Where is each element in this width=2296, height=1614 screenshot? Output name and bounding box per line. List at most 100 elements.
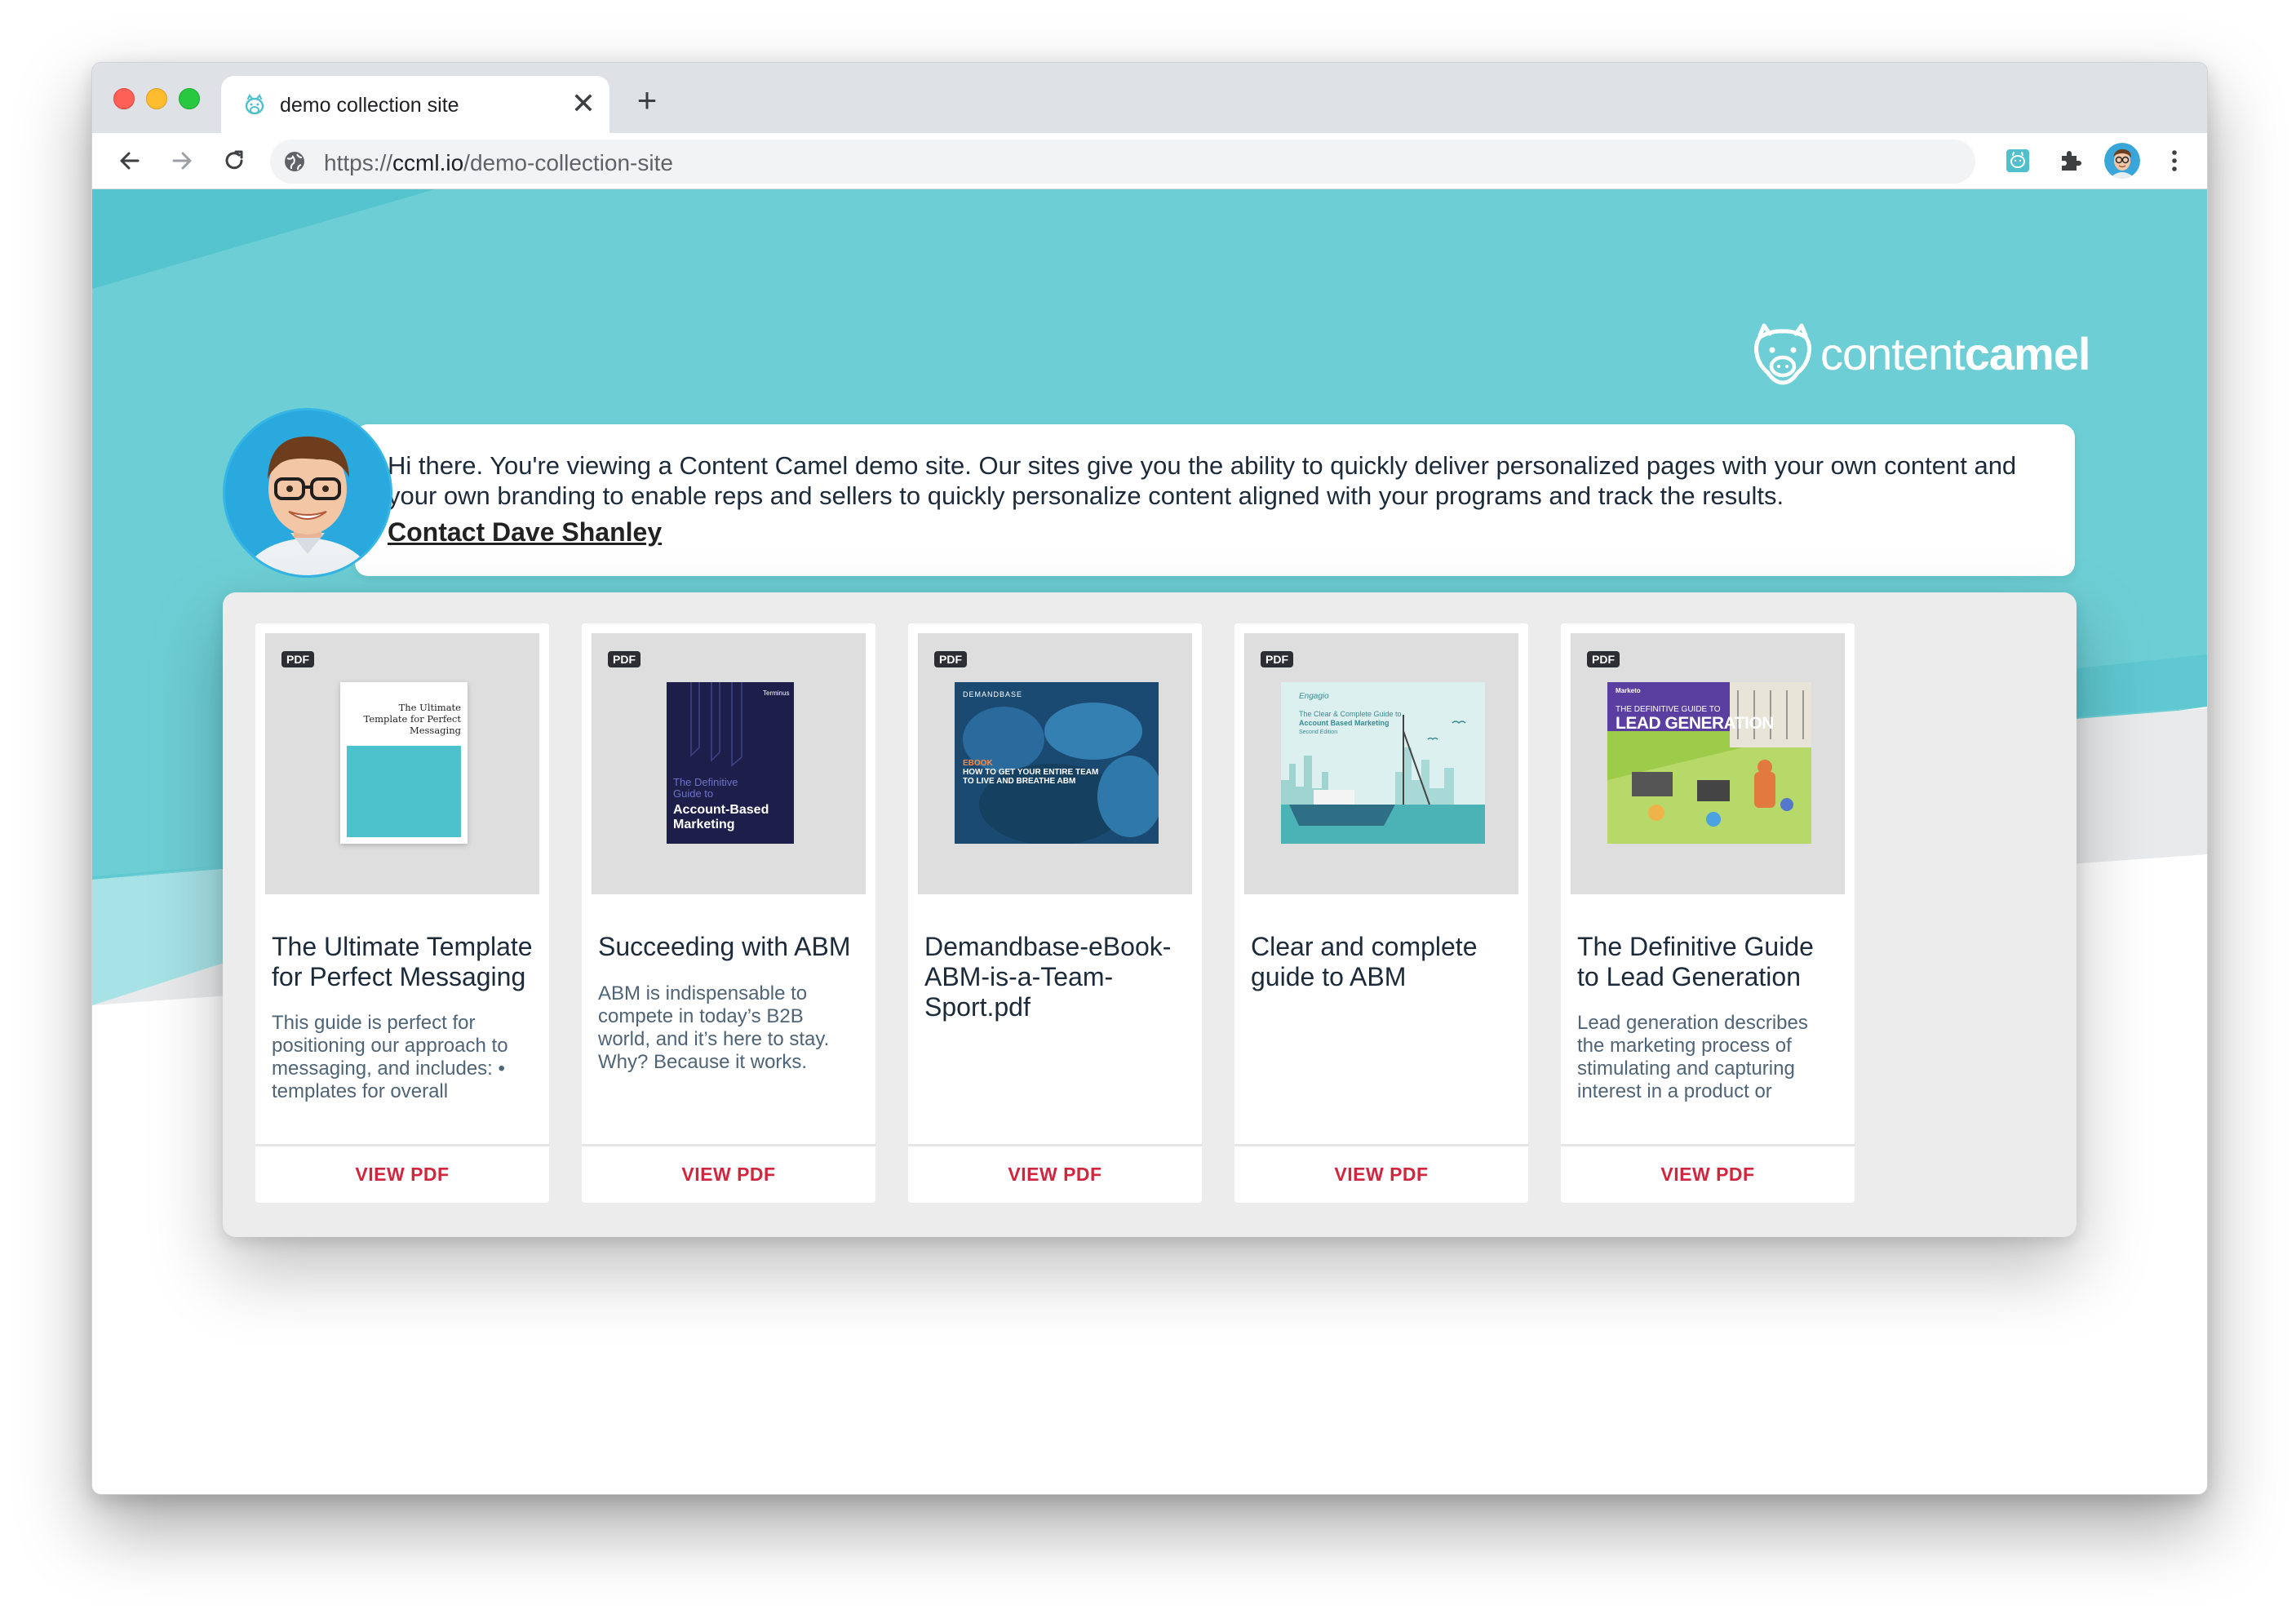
card-divider: [255, 1144, 549, 1146]
card-title[interactable]: Demandbase-eBook-ABM-is-a-Team-Sport.pdf: [924, 932, 1186, 1022]
card-description: ABM is indispensable to compete in today…: [598, 982, 830, 1075]
more-vert-icon: [2172, 150, 2177, 171]
card-description: This guide is perfect for positioning ou…: [272, 1012, 508, 1102]
minimize-window-button[interactable]: [146, 88, 167, 109]
cover-artwork: [1281, 682, 1485, 844]
brand-name-bold: camel: [1964, 327, 2091, 379]
content-card[interactable]: PDF Engagio The Clear & Complete Guide t…: [1234, 623, 1528, 1203]
rep-avatar: [223, 408, 392, 578]
view-pdf-button[interactable]: VIEW PDF: [1234, 1164, 1528, 1186]
brand-name: contentcamel: [1820, 327, 2090, 380]
browser-menu-button[interactable]: [2156, 143, 2192, 179]
card-thumbnail[interactable]: PDF Terminus The Definitive Guide to Acc…: [592, 633, 866, 894]
cover-line: The Ultimate: [398, 702, 461, 713]
contact-link[interactable]: Contact Dave Shanley: [388, 517, 662, 548]
intro-message-card: Hi there. You're viewing a Content Camel…: [355, 424, 2075, 576]
cover-line: Account-Based: [673, 803, 769, 817]
card-title[interactable]: Clear and complete guide to ABM: [1251, 932, 1512, 992]
tab-close-icon[interactable]: ✕: [567, 87, 600, 120]
card-description: Lead generation describes the marketing …: [1577, 1012, 1808, 1102]
url-text[interactable]: https://ccml.io/demo-collection-site: [324, 150, 673, 176]
pdf-badge: PDF: [281, 651, 314, 667]
contentcamel-logo: contentcamel: [1750, 317, 2090, 390]
view-pdf-button[interactable]: VIEW PDF: [908, 1164, 1202, 1186]
pdf-badge: PDF: [1261, 651, 1293, 667]
cover-line: The Definitive: [673, 776, 738, 788]
document-cover: The Ultimate Template for Perfect Messag…: [340, 682, 468, 844]
contentcamel-extension-button[interactable]: [2000, 143, 2036, 179]
card-divider: [1234, 1144, 1528, 1146]
address-bar[interactable]: https://ccml.io/demo-collection-site: [270, 140, 1975, 184]
pdf-badge: PDF: [934, 651, 967, 667]
content-grid-panel: PDF The Ultimate Template for Perfect Me…: [223, 592, 2077, 1237]
contentcamel-extension-icon: [2006, 149, 2029, 172]
camel-logo-icon: [1754, 323, 1811, 385]
cover-line: Marketo: [1616, 687, 1641, 694]
view-pdf-button[interactable]: VIEW PDF: [255, 1164, 549, 1186]
url-scheme: https://: [324, 150, 393, 175]
card-title[interactable]: The Ultimate Template for Perfect Messag…: [272, 932, 533, 992]
back-button[interactable]: [113, 144, 146, 177]
pdf-badge: PDF: [608, 651, 640, 667]
cover-line: Engagio: [1299, 692, 1329, 701]
card-divider: [1561, 1144, 1855, 1146]
svg-text:Terminus: Terminus: [763, 689, 789, 697]
brand-name-light: content: [1820, 327, 1966, 379]
tab-strip: demo collection site ✕ +: [92, 63, 2207, 133]
document-cover: Marketo THE DEFINITIVE GUIDE TO LEAD GEN…: [1607, 682, 1811, 844]
profile-avatar-image: [2104, 143, 2140, 179]
globe-icon: [285, 152, 304, 171]
cover-line: Template for Perfect: [363, 713, 461, 725]
card-thumbnail[interactable]: PDF The Ultimate Template for Perfect Me…: [265, 633, 539, 894]
reload-icon: [225, 150, 243, 170]
cover-line: The Clear & Complete Guide to: [1299, 710, 1402, 718]
content-card[interactable]: PDF Marketo THE DEFINITIVE GUIDE TO LEAD…: [1561, 623, 1855, 1203]
cover-line: Guide to: [673, 787, 714, 800]
page-content: contentcamel Hi there. You're viewing a …: [92, 189, 2207, 1494]
cover-line: LEAD GENERATION: [1616, 714, 1774, 733]
close-window-button[interactable]: [113, 88, 135, 109]
card-divider: [582, 1144, 875, 1146]
card-divider: [908, 1144, 1202, 1146]
content-card[interactable]: PDF DEMANDBASE EBOOK HOW TO GET YOUR ENT…: [908, 623, 1202, 1203]
card-thumbnail[interactable]: PDF DEMANDBASE EBOOK HOW TO GET YOUR ENT…: [918, 633, 1192, 894]
card-title[interactable]: The Definitive Guide to Lead Generation: [1577, 932, 1838, 992]
puzzle-icon: [2062, 151, 2081, 171]
cover-line: HOW TO GET YOUR ENTIRE TEAM: [963, 768, 1099, 777]
document-cover: DEMANDBASE EBOOK HOW TO GET YOUR ENTIRE …: [955, 682, 1159, 844]
card-thumbnail[interactable]: PDF Marketo THE DEFINITIVE GUIDE TO LEAD…: [1571, 633, 1845, 894]
contentcamel-favicon-icon: [245, 94, 264, 115]
view-pdf-button[interactable]: VIEW PDF: [582, 1164, 875, 1186]
document-cover: Engagio The Clear & Complete Guide to Ac…: [1281, 682, 1485, 844]
intro-message: Hi there. You're viewing a Content Camel…: [388, 451, 2017, 510]
profile-avatar[interactable]: [2104, 143, 2140, 179]
view-pdf-button[interactable]: VIEW PDF: [1561, 1164, 1855, 1186]
cover-line: Second Edition: [1299, 729, 1338, 735]
card-thumbnail[interactable]: PDF Engagio The Clear & Complete Guide t…: [1244, 633, 1518, 894]
url-path: /demo-collection-site: [463, 150, 673, 175]
content-card[interactable]: PDF The Ultimate Template for Perfect Me…: [255, 623, 549, 1203]
rep-photo: [225, 410, 390, 575]
tab-title: demo collection site: [280, 94, 459, 117]
back-icon: [120, 152, 140, 170]
zoom-window-button[interactable]: [179, 88, 200, 109]
cover-line: Account Based Marketing: [1299, 719, 1390, 727]
cover-line: EBOOK: [963, 759, 993, 768]
forward-button[interactable]: [166, 144, 198, 177]
cover-line: TO LIVE AND BREATHE ABM: [963, 777, 1076, 786]
content-card[interactable]: PDF Terminus The Definitive Guide to Acc…: [582, 623, 875, 1203]
extensions-button[interactable]: [2052, 143, 2088, 179]
browser-tab-active[interactable]: demo collection site ✕: [221, 76, 609, 133]
new-tab-icon[interactable]: +: [631, 83, 663, 118]
card-title[interactable]: Succeeding with ABM: [598, 932, 859, 962]
browser-toolbar: https://ccml.io/demo-collection-site: [92, 133, 2207, 189]
url-host: ccml.io: [392, 150, 464, 175]
cover-line: Marketing: [673, 818, 735, 831]
browser-window: demo collection site ✕ + https://ccml.io…: [91, 62, 2208, 1495]
document-cover: Terminus The Definitive Guide to Account…: [667, 682, 794, 844]
forward-icon: [172, 152, 192, 170]
cover-line: THE DEFINITIVE GUIDE TO: [1616, 705, 1721, 714]
cover-line: Messaging: [409, 725, 461, 736]
reload-button[interactable]: [218, 144, 250, 177]
cover-line: DEMANDBASE: [963, 690, 1023, 698]
